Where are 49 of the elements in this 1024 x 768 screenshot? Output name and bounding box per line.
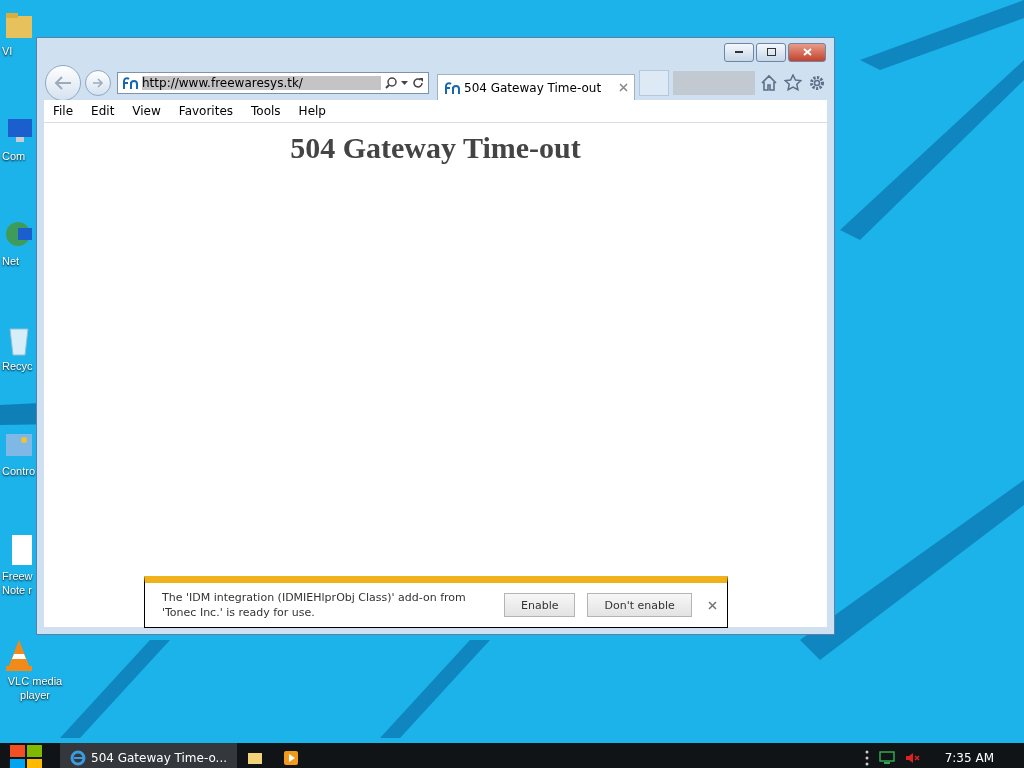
desktop-icon-label: Com bbox=[2, 149, 26, 163]
forward-button[interactable] bbox=[85, 70, 111, 96]
dropdown-icon[interactable] bbox=[401, 81, 408, 85]
desktop-icon-label: Net bbox=[2, 254, 20, 268]
start-icon[interactable] bbox=[10, 745, 42, 768]
refresh-icon[interactable] bbox=[412, 77, 424, 89]
clock[interactable]: 7:35 AM bbox=[944, 751, 994, 765]
minimize-icon bbox=[735, 50, 743, 54]
desktop-icon-label: VLC media player bbox=[6, 674, 64, 702]
menu-item[interactable]: Help bbox=[289, 104, 335, 118]
close-icon bbox=[802, 48, 812, 56]
desktop-icon-label: Contro bbox=[2, 464, 36, 478]
desktop-icon-label: Freew Note r bbox=[2, 569, 33, 597]
dont-enable-button[interactable]: Don't enable bbox=[587, 593, 692, 617]
close-tab-icon[interactable] bbox=[619, 83, 628, 92]
minimize-button[interactable] bbox=[724, 42, 754, 62]
browser-e-icon bbox=[70, 750, 86, 766]
site-favicon-icon bbox=[444, 80, 460, 95]
star-icon[interactable] bbox=[784, 74, 802, 91]
taskbar-item[interactable]: 504 Gateway Time-o... bbox=[60, 743, 238, 768]
folder-icon bbox=[247, 751, 264, 765]
menu-item[interactable]: Edit bbox=[82, 104, 124, 118]
home-icon[interactable] bbox=[760, 74, 778, 91]
menu-item[interactable]: Favorites bbox=[169, 104, 243, 118]
desktop-icon-label: VI bbox=[2, 44, 13, 58]
address-bar[interactable]: http://www.freewaresys.tk/ bbox=[117, 72, 429, 94]
back-arrow-icon bbox=[54, 76, 72, 90]
back-button[interactable] bbox=[45, 65, 81, 101]
maximize-button[interactable] bbox=[756, 42, 786, 62]
menu-item[interactable]: Tools bbox=[242, 104, 290, 118]
maximize-icon bbox=[766, 48, 776, 56]
speaker-muted-icon[interactable] bbox=[904, 752, 921, 764]
overflow-icon[interactable] bbox=[864, 750, 869, 766]
search-icon[interactable] bbox=[385, 77, 397, 89]
close-icon[interactable] bbox=[707, 600, 717, 610]
forward-arrow-icon bbox=[92, 78, 104, 88]
desktop-icon-label: Recyc bbox=[2, 359, 33, 373]
close-button[interactable] bbox=[788, 42, 826, 62]
menu-item[interactable]: File bbox=[44, 104, 83, 118]
page-heading: 504 Gateway Time-out bbox=[290, 131, 581, 165]
enable-button[interactable]: Enable bbox=[504, 593, 576, 617]
browser-tab[interactable]: 504 Gateway Time-out bbox=[437, 74, 635, 100]
site-favicon-icon bbox=[122, 76, 138, 90]
url-text: http://www.freewaresys.tk/ bbox=[142, 76, 381, 90]
media-player-icon bbox=[283, 750, 300, 766]
notification-message: The 'IDM integration (IDMIEHlprObj Class)' add-on from 'Tonec Inc.' is ready for use. bbox=[162, 590, 467, 620]
settings-icon[interactable] bbox=[808, 74, 826, 92]
network-monitor-icon[interactable] bbox=[878, 751, 895, 765]
menu-item[interactable]: View bbox=[123, 104, 170, 118]
